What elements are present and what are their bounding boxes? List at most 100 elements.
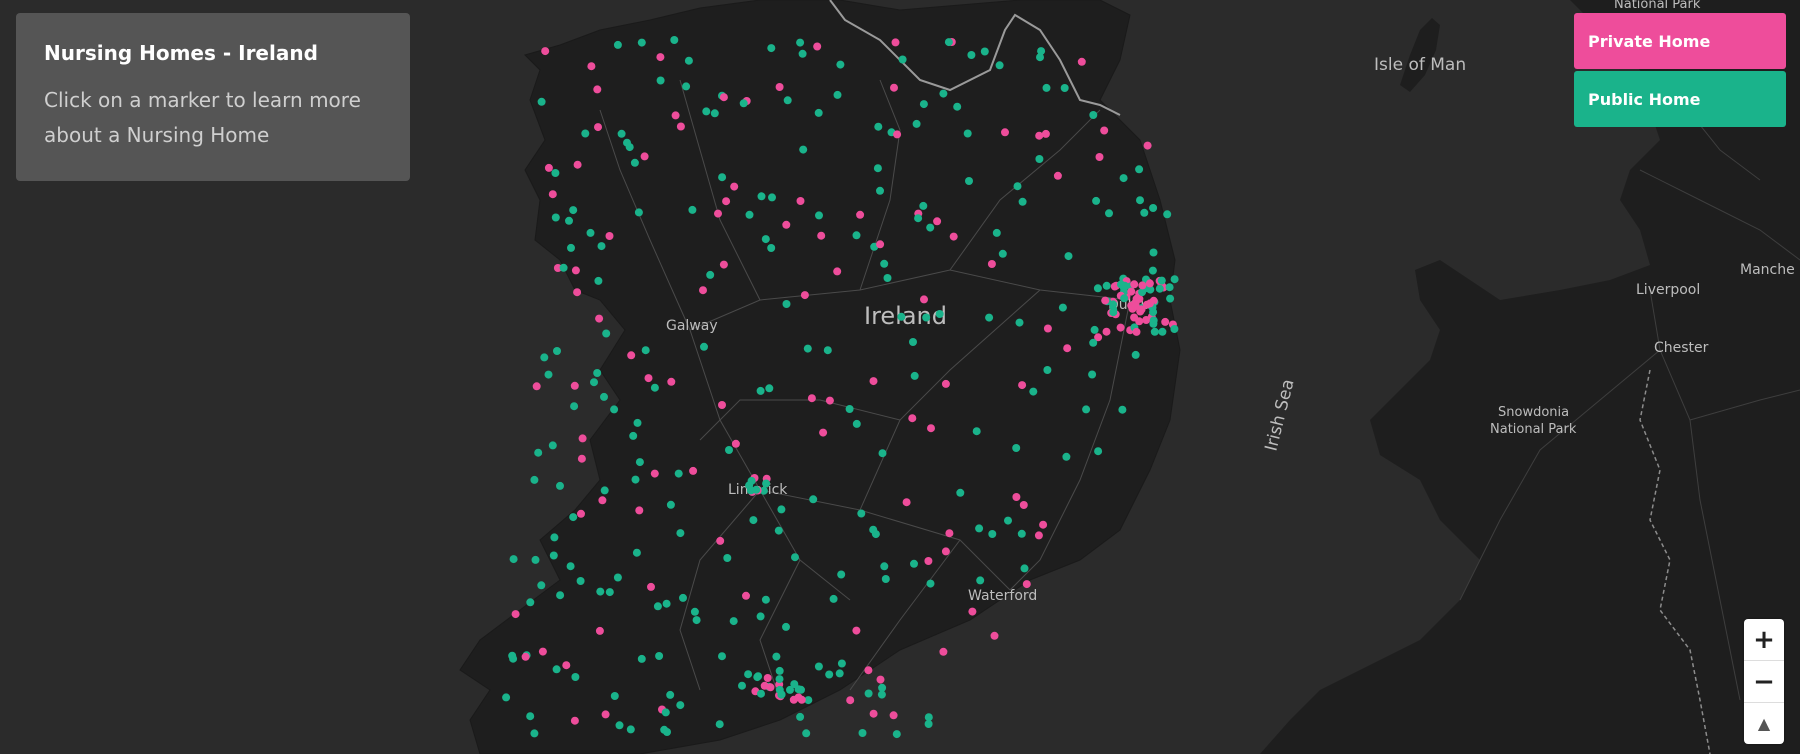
nursing-home-marker[interactable] — [656, 76, 665, 85]
nursing-home-marker[interactable] — [898, 55, 907, 64]
nursing-home-marker[interactable] — [749, 516, 758, 525]
nursing-home-marker[interactable] — [1063, 344, 1072, 353]
nursing-home-marker[interactable] — [765, 384, 774, 393]
nursing-home-marker[interactable] — [601, 710, 610, 719]
nursing-home-marker[interactable] — [718, 652, 726, 661]
nursing-home-marker[interactable] — [869, 377, 878, 386]
nursing-home-marker[interactable] — [924, 713, 933, 722]
nursing-home-marker[interactable] — [729, 617, 738, 626]
nursing-home-marker[interactable] — [1058, 303, 1067, 312]
nursing-home-marker[interactable] — [864, 689, 873, 698]
nursing-home-marker[interactable] — [922, 313, 931, 322]
nursing-home-marker[interactable] — [617, 129, 626, 138]
nursing-home-marker[interactable] — [676, 529, 685, 538]
nursing-home-marker[interactable] — [573, 160, 582, 169]
nursing-home-marker[interactable] — [710, 109, 719, 118]
nursing-home-marker[interactable] — [941, 379, 950, 388]
nursing-home-marker[interactable] — [723, 554, 732, 562]
nursing-home-marker[interactable] — [752, 485, 761, 494]
nursing-home-marker[interactable] — [814, 108, 823, 117]
nursing-home-marker[interactable] — [531, 555, 540, 564]
nursing-home-marker[interactable] — [600, 392, 608, 401]
nursing-home-marker[interactable] — [919, 100, 928, 109]
nursing-home-marker[interactable] — [595, 626, 604, 635]
nursing-home-marker[interactable] — [567, 243, 575, 252]
nursing-home-marker[interactable] — [852, 626, 861, 635]
nursing-home-marker[interactable] — [944, 38, 953, 47]
nursing-home-marker[interactable] — [794, 693, 803, 702]
nursing-home-marker[interactable] — [544, 370, 553, 379]
nursing-home-marker[interactable] — [571, 673, 580, 681]
nursing-home-marker[interactable] — [1018, 381, 1027, 390]
nursing-home-marker[interactable] — [939, 647, 948, 656]
nursing-home-marker[interactable] — [856, 210, 865, 219]
nursing-home-marker[interactable] — [1082, 405, 1091, 414]
nursing-home-marker[interactable] — [869, 525, 878, 534]
nursing-home-marker[interactable] — [1022, 580, 1031, 589]
nursing-home-marker[interactable] — [602, 329, 611, 338]
nursing-home-marker[interactable] — [1019, 501, 1028, 509]
nursing-home-marker[interactable] — [744, 670, 753, 679]
nursing-home-marker[interactable] — [837, 659, 846, 668]
nursing-home-marker[interactable] — [537, 581, 546, 590]
nursing-home-marker[interactable] — [976, 576, 985, 585]
nursing-home-marker[interactable] — [739, 99, 748, 108]
nursing-home-marker[interactable] — [814, 662, 823, 671]
nursing-home-marker[interactable] — [1012, 493, 1021, 501]
nursing-home-marker[interactable] — [919, 201, 928, 210]
nursing-home-marker[interactable] — [995, 61, 1004, 70]
nursing-home-marker[interactable] — [1077, 57, 1086, 66]
nursing-home-marker[interactable] — [553, 347, 561, 355]
nursing-home-marker[interactable] — [1015, 318, 1024, 327]
nursing-home-marker[interactable] — [597, 242, 606, 251]
nursing-home-marker[interactable] — [1119, 174, 1128, 183]
nursing-home-marker[interactable] — [1062, 452, 1071, 461]
nursing-home-marker[interactable] — [635, 506, 644, 515]
nursing-home-marker[interactable] — [835, 669, 844, 678]
nursing-home-marker[interactable] — [719, 93, 728, 102]
nursing-home-marker[interactable] — [1029, 387, 1038, 396]
nursing-home-marker[interactable] — [1157, 276, 1166, 285]
nursing-home-marker[interactable] — [632, 548, 641, 557]
nursing-home-marker[interactable] — [627, 351, 636, 360]
nursing-home-marker[interactable] — [829, 594, 838, 603]
nursing-home-marker[interactable] — [1101, 296, 1110, 305]
nursing-home-marker[interactable] — [802, 729, 811, 738]
nursing-home-marker[interactable] — [551, 213, 560, 222]
nursing-home-marker[interactable] — [881, 575, 890, 583]
nursing-home-marker[interactable] — [1148, 266, 1157, 275]
nursing-home-marker[interactable] — [880, 562, 889, 571]
nursing-home-marker[interactable] — [730, 182, 739, 191]
nursing-home-marker[interactable] — [775, 675, 784, 684]
nursing-home-marker[interactable] — [760, 681, 769, 690]
nursing-home-marker[interactable] — [532, 382, 541, 391]
nursing-home-marker[interactable] — [1132, 294, 1141, 303]
nursing-home-marker[interactable] — [676, 122, 685, 131]
nursing-home-marker[interactable] — [761, 235, 770, 244]
nursing-home-marker[interactable] — [1053, 171, 1062, 180]
nursing-home-marker[interactable] — [666, 690, 675, 699]
nursing-home-marker[interactable] — [1092, 196, 1101, 205]
nursing-home-marker[interactable] — [661, 708, 670, 717]
nursing-home-marker[interactable] — [858, 729, 867, 737]
nursing-home-marker[interactable] — [902, 498, 911, 507]
nursing-home-marker[interactable] — [874, 122, 883, 131]
nursing-home-marker[interactable] — [548, 190, 557, 199]
nursing-home-marker[interactable] — [587, 62, 596, 71]
nursing-home-marker[interactable] — [594, 123, 602, 132]
nursing-home-marker[interactable] — [702, 107, 711, 116]
nursing-home-marker[interactable] — [782, 300, 791, 308]
nursing-home-marker[interactable] — [877, 690, 886, 699]
nursing-home-marker[interactable] — [647, 582, 655, 591]
nursing-home-marker[interactable] — [629, 431, 638, 440]
nursing-home-marker[interactable] — [718, 173, 727, 182]
nursing-home-marker[interactable] — [714, 209, 722, 218]
nursing-home-marker[interactable] — [775, 83, 784, 91]
nursing-home-marker[interactable] — [924, 720, 933, 728]
nursing-home-marker[interactable] — [998, 249, 1007, 258]
nursing-home-marker[interactable] — [596, 587, 605, 596]
nursing-home-marker[interactable] — [761, 595, 770, 604]
nursing-home-marker[interactable] — [807, 394, 816, 403]
nursing-home-marker[interactable] — [1150, 327, 1159, 336]
nursing-home-marker[interactable] — [679, 593, 687, 602]
